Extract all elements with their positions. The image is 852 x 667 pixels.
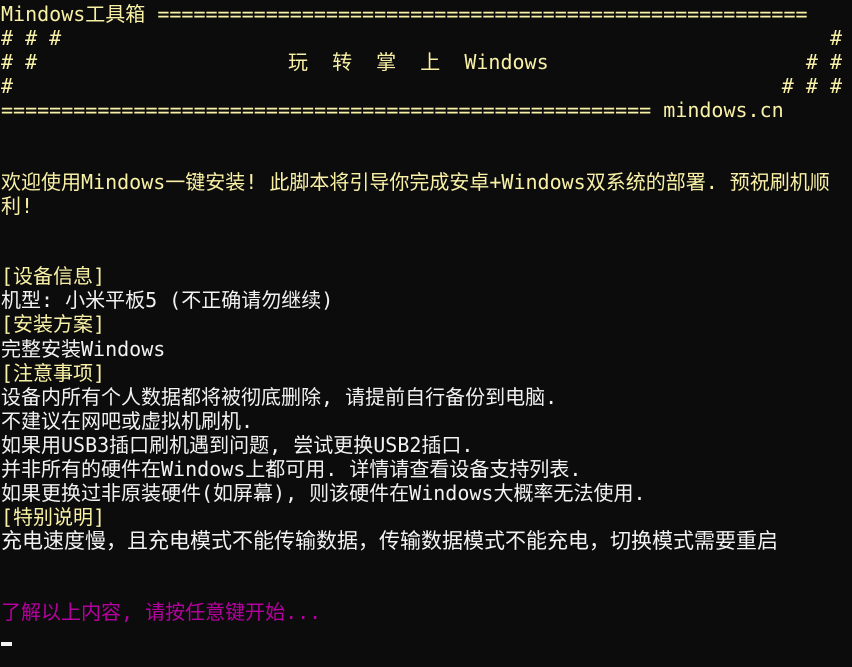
note-item: 设备内所有个人数据都将被彻底删除, 请提前自行备份到电脑. [1,385,558,409]
console-window[interactable]: { "banner": { "title": "Mindows工具箱", "to… [0,0,852,667]
intro-text: 欢迎使用Mindows一键安装! 此脚本将引导你完成安卓+Windows双系统的… [1,170,830,218]
device-model: 机型: 小米平板5 (不正确请勿继续) [1,288,334,312]
notes-header: [注意事项] [1,361,106,385]
banner-row1-left: # # # [1,26,62,50]
special-header: [特别说明] [1,505,106,529]
banner-title: Mindows工具箱 [1,2,146,26]
banner-row3-left: # [1,74,14,98]
press-any-key-prompt: 了解以上内容, 请按任意键开始... [1,600,322,624]
banner-site: mindows.cn [663,98,784,122]
install-plan-header: [安装方案] [1,312,106,336]
banner-slogan: 玩 转 掌 上 Windows [288,50,549,74]
banner-title-line: Mindows工具箱 =============================… [1,2,808,26]
note-item: 如果更换过非原装硬件(如屏幕), 则该硬件在Windows大概率无法使用. [1,481,646,505]
note-item: 并非所有的硬件在Windows上都可用. 详情请查看设备支持列表. [1,457,582,481]
banner-row3-right: # # # [781,74,842,98]
note-item: 不建议在网吧或虚拟机刷机. [1,409,254,433]
device-info-header: [设备信息] [1,264,106,288]
install-plan-value: 完整安装Windows [1,337,166,361]
banner-row1-right: # [829,26,842,50]
banner-row2-left: # # [1,50,38,74]
special-text: 充电速度慢，且充电模式不能传输数据，传输数据模式不能充电，切换模式需要重启 [1,529,778,553]
note-item: 如果用USB3插口刷机遇到问题, 尝试更换USB2插口. [1,433,474,457]
text-cursor [1,642,12,646]
banner-bottom-line: ========================================… [1,98,784,122]
banner-bottom-rule: ========================================… [1,98,652,122]
banner-top-rule: ========================================… [157,2,808,26]
banner-row2-right: # # [805,50,842,74]
